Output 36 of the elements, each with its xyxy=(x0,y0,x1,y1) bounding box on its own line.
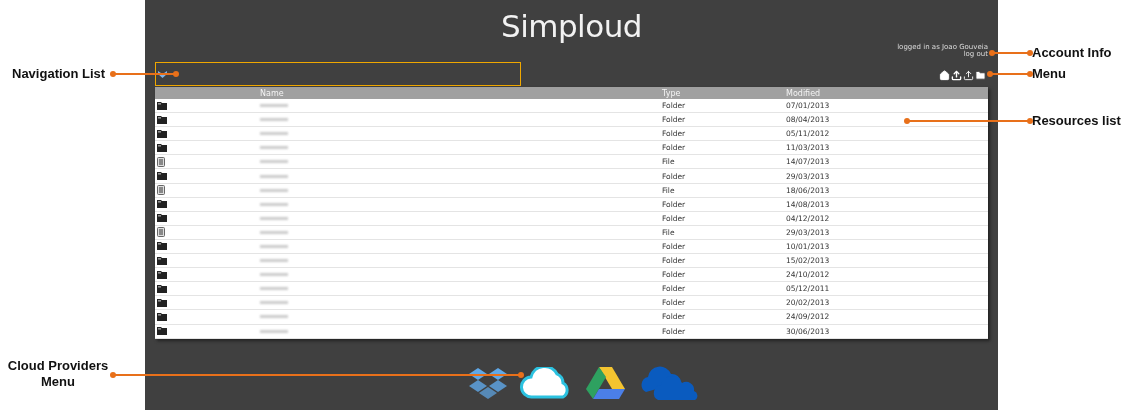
leader-line xyxy=(110,70,179,78)
annotation-label: Navigation List xyxy=(12,66,106,82)
blurred-name xyxy=(260,174,288,178)
document-icon xyxy=(157,227,165,238)
annotation-label: Account Info xyxy=(1032,45,1112,61)
upload-icon[interactable] xyxy=(951,70,962,81)
home-icon[interactable] xyxy=(939,70,950,81)
blurred-name xyxy=(260,245,288,248)
blurred-name xyxy=(260,315,288,319)
blurred-name xyxy=(260,329,288,333)
blurred-name xyxy=(260,132,288,136)
chevron-down-icon[interactable] xyxy=(158,70,167,78)
dropbox-logo[interactable] xyxy=(467,366,508,399)
blurred-name xyxy=(260,104,288,108)
blurred-name xyxy=(260,118,288,122)
annotation-label: Menu xyxy=(1032,66,1066,82)
new-folder-icon[interactable] xyxy=(975,70,986,81)
blurred-name xyxy=(260,216,288,220)
blurred-name xyxy=(260,202,288,206)
blurred-name xyxy=(260,301,288,305)
blurred-name xyxy=(260,160,288,164)
upload-icon[interactable] xyxy=(963,70,974,81)
blurred-name xyxy=(260,287,288,291)
leader-line xyxy=(987,70,1033,78)
drive-logo[interactable] xyxy=(585,365,626,400)
blurred-name xyxy=(260,230,288,234)
app-title: Simploud xyxy=(500,8,643,44)
blurred-name xyxy=(260,259,288,263)
document-icon xyxy=(157,185,165,196)
blurred-name xyxy=(260,188,288,192)
document-icon xyxy=(157,156,165,167)
leader-line xyxy=(989,49,1033,57)
annotation-label: Cloud Providers Menu xyxy=(6,358,110,390)
annotation-label: Resources list xyxy=(1032,113,1121,129)
blurred-name xyxy=(260,146,288,150)
blurred-name xyxy=(260,273,288,277)
